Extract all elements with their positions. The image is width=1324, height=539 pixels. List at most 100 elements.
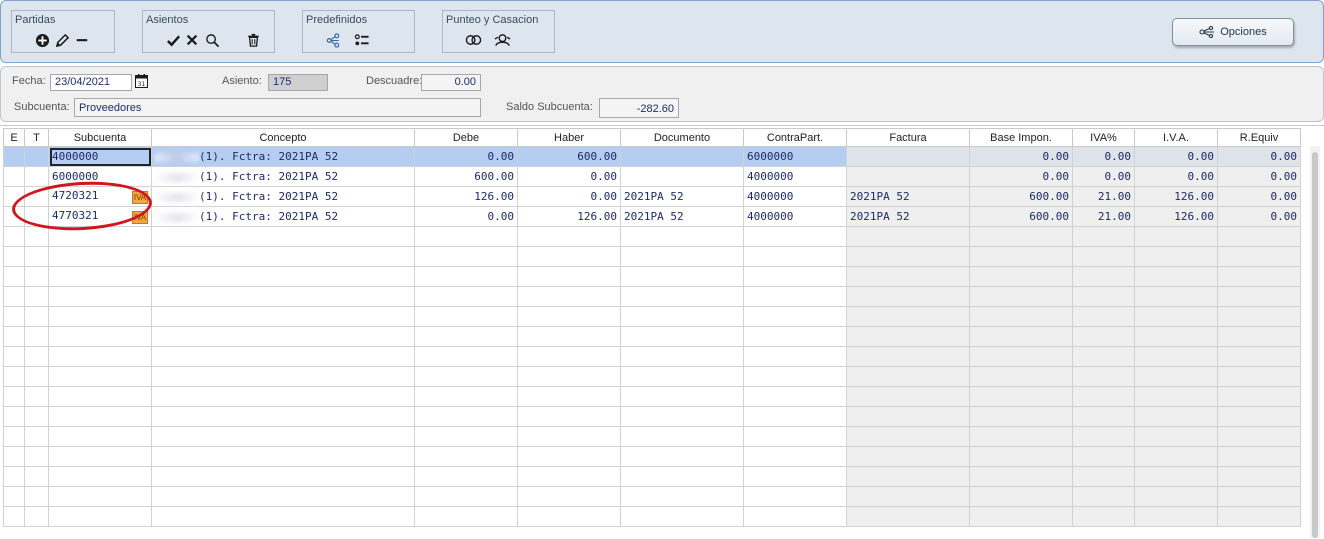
cell-e[interactable] xyxy=(3,206,25,227)
cell-documento[interactable] xyxy=(620,326,744,347)
cell-documento[interactable] xyxy=(620,226,744,247)
cell-documento[interactable] xyxy=(620,266,744,287)
cell-iva[interactable]: 126.00 xyxy=(1134,206,1218,227)
cell-iva[interactable] xyxy=(1134,506,1218,527)
add-circle-icon[interactable] xyxy=(33,31,51,49)
cell-contrapart[interactable] xyxy=(743,266,847,287)
cell-concepto[interactable] xyxy=(151,506,415,527)
cell-debe[interactable] xyxy=(414,326,518,347)
cell-ivap[interactable] xyxy=(1072,306,1135,327)
column-header[interactable]: Factura xyxy=(846,128,970,147)
cell-t[interactable] xyxy=(24,206,49,227)
cell-concepto[interactable] xyxy=(151,286,415,307)
empty-row[interactable] xyxy=(3,486,1301,507)
scrollbar-thumb[interactable] xyxy=(1312,152,1318,538)
cell-factura[interactable] xyxy=(846,306,970,327)
cell-ivap[interactable] xyxy=(1072,506,1135,527)
cell-debe[interactable] xyxy=(414,226,518,247)
cell-iva[interactable] xyxy=(1134,446,1218,467)
cell-factura[interactable] xyxy=(846,326,970,347)
cell-ivap[interactable]: 0.00 xyxy=(1072,166,1135,187)
cell-haber[interactable] xyxy=(517,406,621,427)
cell-contrapart[interactable] xyxy=(743,366,847,387)
pencil-icon[interactable] xyxy=(53,31,71,49)
cell-factura[interactable] xyxy=(846,226,970,247)
empty-row[interactable] xyxy=(3,226,1301,247)
cell-iva[interactable] xyxy=(1134,226,1218,247)
cell-haber[interactable] xyxy=(517,306,621,327)
cell-base[interactable] xyxy=(969,426,1073,447)
cell-t[interactable] xyxy=(24,246,49,267)
cell-contrapart[interactable]: 4000000 xyxy=(743,206,847,227)
cell-subcuenta[interactable] xyxy=(48,226,152,247)
vertical-scrollbar[interactable] xyxy=(1310,146,1320,538)
cell-haber[interactable] xyxy=(517,286,621,307)
cell-factura[interactable] xyxy=(846,146,970,167)
cell-base[interactable] xyxy=(969,446,1073,467)
cell-documento[interactable] xyxy=(620,246,744,267)
cell-subcuenta[interactable]: 4770321 IVA xyxy=(48,206,152,227)
cell-factura[interactable] xyxy=(846,426,970,447)
cell-subcuenta[interactable] xyxy=(48,386,152,407)
cell-debe[interactable]: 600.00 xyxy=(414,166,518,187)
empty-row[interactable] xyxy=(3,286,1301,307)
cell-factura[interactable]: 2021PA 52 xyxy=(846,206,970,227)
cell-subcuenta[interactable] xyxy=(48,266,152,287)
cell-requiv[interactable] xyxy=(1217,366,1301,387)
cell-ivap[interactable] xyxy=(1072,286,1135,307)
cell-e[interactable] xyxy=(3,346,25,367)
cell-debe[interactable] xyxy=(414,386,518,407)
cell-e[interactable] xyxy=(3,366,25,387)
cell-ivap[interactable]: 21.00 xyxy=(1072,206,1135,227)
cell-t[interactable] xyxy=(24,366,49,387)
cell-e[interactable] xyxy=(3,446,25,467)
cell-iva[interactable] xyxy=(1134,346,1218,367)
cell-concepto[interactable] xyxy=(151,226,415,247)
cell-ivap[interactable]: 21.00 xyxy=(1072,186,1135,207)
cell-iva[interactable] xyxy=(1134,246,1218,267)
cell-base[interactable] xyxy=(969,326,1073,347)
cell-concepto[interactable] xyxy=(151,466,415,487)
cell-e[interactable] xyxy=(3,166,25,187)
cell-haber[interactable] xyxy=(517,506,621,527)
cell-base[interactable] xyxy=(969,486,1073,507)
cell-debe[interactable] xyxy=(414,466,518,487)
cell-factura[interactable] xyxy=(846,386,970,407)
cell-t[interactable] xyxy=(24,226,49,247)
cell-haber[interactable]: 126.00 xyxy=(517,206,621,227)
cell-contrapart[interactable] xyxy=(743,286,847,307)
cell-ivap[interactable] xyxy=(1072,226,1135,247)
cell-contrapart[interactable] xyxy=(743,506,847,527)
cell-ivap[interactable] xyxy=(1072,466,1135,487)
cell-contrapart[interactable] xyxy=(743,466,847,487)
cell-requiv[interactable] xyxy=(1217,426,1301,447)
column-header[interactable]: R.Equiv xyxy=(1217,128,1301,147)
cell-t[interactable] xyxy=(24,146,49,167)
cell-haber[interactable] xyxy=(517,486,621,507)
empty-row[interactable] xyxy=(3,246,1301,267)
trash-icon[interactable] xyxy=(244,31,262,49)
empty-row[interactable] xyxy=(3,386,1301,407)
column-header[interactable]: Subcuenta xyxy=(48,128,152,147)
minus-icon[interactable] xyxy=(73,31,91,49)
cell-requiv[interactable] xyxy=(1217,246,1301,267)
cell-base[interactable] xyxy=(969,506,1073,527)
empty-row[interactable] xyxy=(3,466,1301,487)
table-row[interactable]: 6000000 (1). Fctra: 2021PA 52 600.00 0.00 40… xyxy=(3,166,1301,187)
cell-debe[interactable] xyxy=(414,286,518,307)
cell-requiv[interactable] xyxy=(1217,286,1301,307)
cell-iva[interactable] xyxy=(1134,406,1218,427)
cell-t[interactable] xyxy=(24,486,49,507)
cell-haber[interactable] xyxy=(517,366,621,387)
column-header[interactable]: IVA% xyxy=(1072,128,1135,147)
empty-row[interactable] xyxy=(3,326,1301,347)
cell-base[interactable] xyxy=(969,346,1073,367)
cell-subcuenta[interactable] xyxy=(48,486,152,507)
cell-e[interactable] xyxy=(3,386,25,407)
cell-concepto[interactable] xyxy=(151,366,415,387)
cell-contrapart[interactable] xyxy=(743,226,847,247)
column-header[interactable]: T xyxy=(24,128,49,147)
cell-e[interactable] xyxy=(3,246,25,267)
cell-debe[interactable] xyxy=(414,246,518,267)
cell-requiv[interactable] xyxy=(1217,406,1301,427)
